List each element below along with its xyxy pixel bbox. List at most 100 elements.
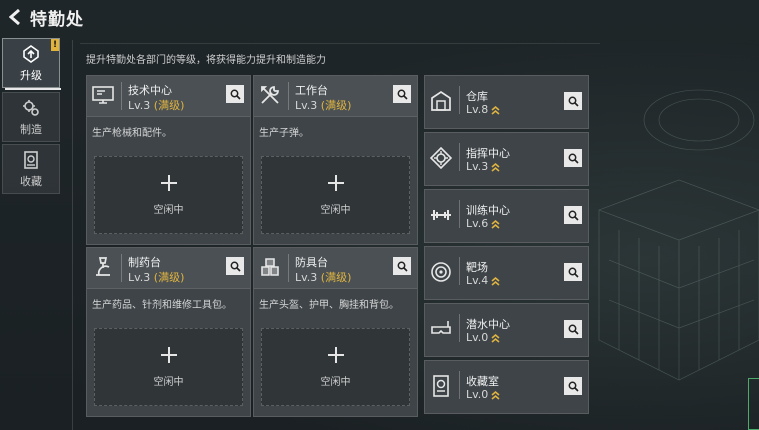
- tools-icon: [261, 86, 279, 104]
- slot-status: 空闲中: [320, 377, 351, 388]
- facility-card-workbench[interactable]: 工作台 Lv.3 (满级) 生产子弹。 空闲中: [253, 75, 418, 245]
- facility-name: 指挥中心: [466, 147, 510, 160]
- facility-name: 训练中心: [466, 204, 510, 217]
- microscope-icon: [96, 257, 110, 276]
- facility-card-armor-bench[interactable]: 防具台 Lv.3 (满级) 生产头盔、护甲、胸挂和背包。 空闲中: [253, 247, 418, 417]
- sidebar-item-upgrade[interactable]: 升级 !: [2, 38, 61, 90]
- collection-icon: [24, 150, 38, 169]
- back-arrow-icon: [9, 9, 20, 25]
- production-slot[interactable]: 空闲中: [261, 156, 410, 234]
- facility-name: 工作台: [295, 84, 328, 97]
- separator: [288, 254, 289, 282]
- production-slot[interactable]: 空闲中: [94, 328, 243, 406]
- craft-icon: [23, 99, 39, 116]
- display-case-icon: [433, 375, 449, 397]
- plus-icon: [161, 175, 177, 191]
- inspect-button[interactable]: [564, 206, 582, 224]
- facility-card-pharmacy[interactable]: 制药台 Lv.3 (满级) 生产药品、针剂和维修工具包。 空闲中: [86, 247, 251, 417]
- separator: [288, 82, 289, 110]
- magnifier-icon: [230, 261, 241, 272]
- facility-card-tech-center[interactable]: 技术中心 Lv.3 (满级) 生产枪械和配件。 空闲中: [86, 75, 251, 245]
- plus-icon: [328, 175, 344, 191]
- sidebar-item-craft[interactable]: 制造: [2, 92, 60, 142]
- inspect-button[interactable]: [226, 85, 244, 103]
- inspect-button[interactable]: [564, 263, 582, 281]
- upgrade-available-icon: [491, 276, 500, 286]
- facility-level: Lv.4: [466, 274, 500, 287]
- facility-level: Lv.8: [466, 103, 500, 116]
- upgrade-available-icon: [491, 219, 500, 229]
- separator: [459, 314, 460, 342]
- facility-name: 靶场: [466, 261, 488, 274]
- card-header: 技术中心 Lv.3 (满级): [87, 76, 250, 117]
- facility-card-training-center[interactable]: 训练中心 Lv.6: [424, 189, 589, 243]
- divider: [80, 43, 600, 44]
- facility-name: 潜水中心: [466, 318, 510, 331]
- inspect-button[interactable]: [564, 320, 582, 338]
- plus-icon: [161, 347, 177, 363]
- inspect-button[interactable]: [226, 257, 244, 275]
- upgrade-available-icon: [491, 162, 500, 172]
- production-slot[interactable]: 空闲中: [261, 328, 410, 406]
- active-indicator: [5, 88, 61, 90]
- magnifier-icon: [568, 381, 579, 392]
- plus-icon: [328, 347, 344, 363]
- corner-frame: [748, 378, 759, 430]
- card-header: 防具台 Lv.3 (满级): [254, 248, 417, 289]
- magnifier-icon: [397, 89, 408, 100]
- inspect-button[interactable]: [393, 85, 411, 103]
- diving-mask-icon: [431, 321, 451, 334]
- divider: [72, 40, 73, 430]
- max-level-tag: (满级): [320, 99, 352, 112]
- facility-card-warehouse[interactable]: 仓库 Lv.8: [424, 75, 589, 129]
- sidebar-item-label: 升级: [20, 68, 42, 82]
- magnifier-icon: [397, 261, 408, 272]
- target-icon: [431, 262, 451, 282]
- sidebar-item-collection[interactable]: 收藏: [2, 144, 60, 194]
- slot-status: 空闲中: [153, 377, 184, 388]
- facility-name: 防具台: [295, 256, 328, 269]
- magnifier-icon: [568, 210, 579, 221]
- upgrade-available-icon: [491, 333, 500, 343]
- magnifier-icon: [568, 267, 579, 278]
- facility-level: Lv.3 (满级): [295, 271, 352, 284]
- inspect-button[interactable]: [564, 377, 582, 395]
- facility-level: Lv.3 (满级): [128, 271, 185, 284]
- separator: [459, 200, 460, 228]
- facility-level: Lv.6: [466, 217, 500, 230]
- facility-card-diving-center[interactable]: 潜水中心 Lv.0: [424, 303, 589, 357]
- production-slot[interactable]: 空闲中: [94, 156, 243, 234]
- facility-name: 收藏室: [466, 375, 499, 388]
- header: 特勤处: [0, 0, 759, 34]
- magnifier-icon: [230, 89, 241, 100]
- facility-description: 生产子弹。: [259, 128, 309, 139]
- facility-name: 技术中心: [128, 84, 172, 97]
- max-level-tag: (满级): [153, 99, 185, 112]
- sidebar-item-label: 收藏: [20, 174, 42, 188]
- separator: [459, 86, 460, 114]
- inspect-button[interactable]: [564, 149, 582, 167]
- inspect-button[interactable]: [393, 257, 411, 275]
- card-header: 制药台 Lv.3 (满级): [87, 248, 250, 289]
- facility-description: 生产枪械和配件。: [92, 128, 172, 139]
- inspect-button[interactable]: [564, 92, 582, 110]
- facility-level: Lv.0: [466, 331, 500, 344]
- facility-card-collection-room[interactable]: 收藏室 Lv.0: [424, 360, 589, 414]
- facility-card-shooting-range[interactable]: 靶场 Lv.4: [424, 246, 589, 300]
- facility-level: Lv.0: [466, 388, 500, 401]
- computer-icon: [92, 86, 114, 104]
- upgrade-available-icon: [491, 105, 500, 115]
- upgrade-available-icon: [491, 390, 500, 400]
- separator: [459, 257, 460, 285]
- command-icon: [429, 146, 453, 170]
- separator: [459, 143, 460, 171]
- facility-card-command-center[interactable]: 指挥中心 Lv.3: [424, 132, 589, 186]
- separator: [121, 82, 122, 110]
- armor-icon: [261, 258, 279, 276]
- back-button[interactable]: [6, 8, 24, 26]
- warehouse-icon: [431, 90, 451, 111]
- separator: [121, 254, 122, 282]
- separator: [459, 371, 460, 399]
- facility-level: Lv.3: [466, 160, 500, 173]
- magnifier-icon: [568, 153, 579, 164]
